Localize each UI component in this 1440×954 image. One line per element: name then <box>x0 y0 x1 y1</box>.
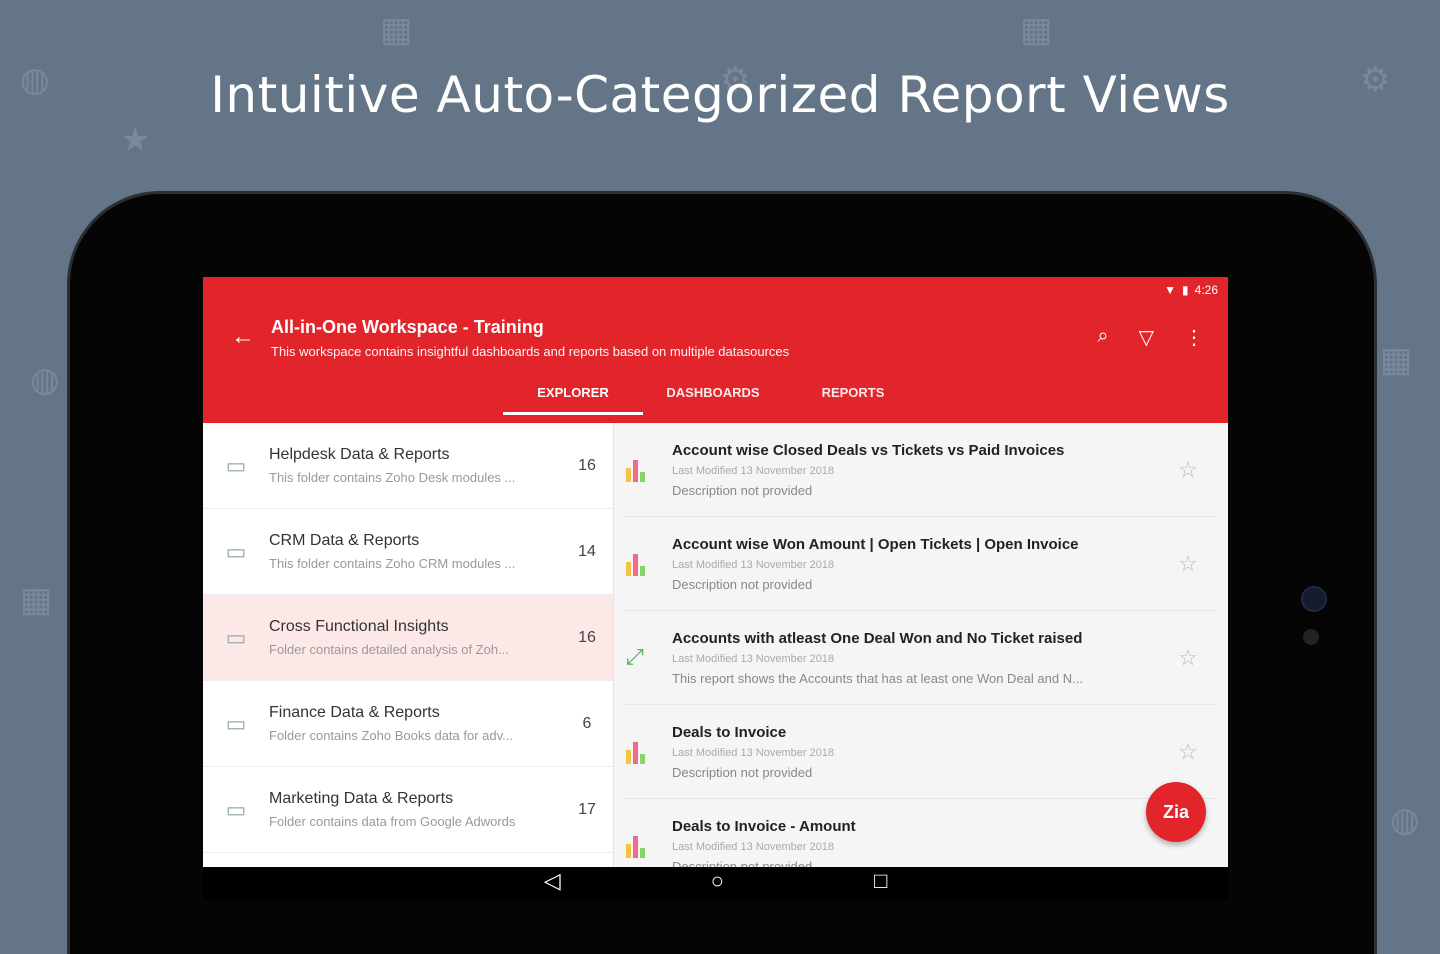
report-item[interactable]: Deals to Invoice Last Modified 13 Novembe… <box>624 705 1218 799</box>
filter-icon[interactable]: ▽ <box>1139 325 1154 350</box>
back-icon[interactable]: ◁ <box>544 868 561 900</box>
more-options-icon[interactable]: ⋮ <box>1184 325 1204 350</box>
folder-description: This folder contains Zoho CRM modules ..… <box>269 556 516 571</box>
app-bar: ▼ ▮ 4:26 ← All-in-One Workspace - Traini… <box>203 277 1228 423</box>
recents-icon[interactable]: □ <box>874 868 887 900</box>
folder-name: Marketing Data & Reports <box>269 790 454 807</box>
star-icon[interactable]: ☆ <box>1158 457 1218 483</box>
report-item[interactable]: Account wise Won Amount | Open Tickets |… <box>624 517 1218 611</box>
folder-description: Folder contains data from Google Adwords <box>269 814 516 829</box>
tab-bar: EXPLORER DASHBOARDS REPORTS <box>503 385 923 415</box>
grid-icon: ▦ <box>1380 341 1413 379</box>
tab-dashboards[interactable]: DASHBOARDS <box>643 385 783 415</box>
chart-icon <box>626 834 660 858</box>
star-icon[interactable]: ☆ <box>1158 551 1218 577</box>
sensor <box>1303 629 1319 645</box>
folder-count: 17 <box>578 800 596 818</box>
folder-item-selected[interactable]: ▭ Cross Functional Insights Folder contai… <box>203 595 613 681</box>
app-screen: ▼ ▮ 4:26 ← All-in-One Workspace - Traini… <box>203 277 1228 867</box>
folder-item[interactable]: ▭ CRM Data & Reports This folder contains… <box>203 509 613 595</box>
folder-icon: ▭ <box>225 538 247 564</box>
content-area: ▭ Helpdesk Data & Reports This folder con… <box>203 423 1228 867</box>
workspace-title: All-in-One Workspace - Training <box>271 317 544 337</box>
report-modified: Last Modified 13 November 2018 <box>672 840 835 853</box>
home-icon[interactable]: ○ <box>711 868 724 900</box>
report-modified: Last Modified 13 November 2018 <box>672 746 835 759</box>
ask-zia-button[interactable]: Zia <box>1146 782 1206 842</box>
search-icon[interactable]: ⌕ <box>1097 325 1108 350</box>
report-title: Account wise Closed Deals vs Tickets vs … <box>672 441 1065 459</box>
folder-count: 6 <box>582 714 592 732</box>
folder-item[interactable]: ▭ Marketing Data & Reports Folder contain… <box>203 767 613 853</box>
folder-icon: ▭ <box>225 796 247 822</box>
battery-icon: ▮ <box>1182 283 1189 297</box>
report-item[interactable]: ⤢ Accounts with atleast One Deal Won and… <box>624 611 1218 705</box>
folder-icon: ▭ <box>225 624 247 650</box>
camera <box>1301 586 1327 612</box>
report-description: This report shows the Accounts that has … <box>672 670 1083 686</box>
headline: Intuitive Auto-Categorized Report Views <box>210 66 1230 124</box>
folder-icon: ▭ <box>225 452 247 478</box>
report-title: Deals to Invoice - Amount <box>672 817 856 835</box>
wifi-icon: ▼ <box>1164 283 1177 297</box>
report-modified: Last Modified 13 November 2018 <box>672 652 835 665</box>
report-item[interactable]: Account wise Closed Deals vs Tickets vs … <box>624 423 1218 517</box>
database-icon: ◍ <box>1390 801 1420 839</box>
report-modified: Last Modified 13 November 2018 <box>672 558 835 571</box>
status-time: 4:26 <box>1194 283 1218 297</box>
folder-name: CRM Data & Reports <box>269 532 420 549</box>
folder-list: ▭ Helpdesk Data & Reports This folder con… <box>203 423 614 867</box>
star-icon: ★ <box>120 121 151 159</box>
folder-name: Cross Functional Insights <box>269 618 449 635</box>
folder-name: Finance Data & Reports <box>269 704 440 721</box>
grid-icon: ▦ <box>380 11 413 49</box>
folder-description: Folder contains detailed analysis of Zoh… <box>269 642 509 657</box>
folder-item[interactable]: ▭ Helpdesk Data & Reports This folder con… <box>203 423 613 509</box>
folder-icon: ▭ <box>225 710 247 736</box>
report-title: Account wise Won Amount | Open Tickets |… <box>672 535 1079 553</box>
folder-count: 16 <box>578 456 596 474</box>
report-title: Accounts with atleast One Deal Won and N… <box>672 629 1083 647</box>
star-icon[interactable]: ☆ <box>1158 645 1218 671</box>
grid-icon: ▦ <box>20 581 53 619</box>
report-title: Deals to Invoice <box>672 723 787 741</box>
workspace-subtitle: This workspace contains insightful dashb… <box>271 344 790 359</box>
tab-explorer[interactable]: EXPLORER <box>503 385 643 415</box>
status-bar: ▼ ▮ 4:26 <box>1164 283 1218 297</box>
report-item[interactable]: Deals to Invoice - Amount Last Modified 1… <box>624 799 1218 867</box>
chart-icon <box>626 740 660 764</box>
toolbar-actions: ⌕ ▽ ⋮ <box>1097 325 1204 350</box>
report-description: Description not provided <box>672 576 813 592</box>
chart-icon <box>626 552 660 576</box>
chart-icon <box>626 458 660 482</box>
folder-description: This folder contains Zoho Desk modules .… <box>269 470 516 485</box>
report-list: Account wise Closed Deals vs Tickets vs … <box>614 423 1228 867</box>
report-modified: Last Modified 13 November 2018 <box>672 464 835 477</box>
folder-count: 16 <box>578 628 596 646</box>
folder-count: 14 <box>578 542 596 560</box>
grid-icon: ▦ <box>1020 11 1053 49</box>
folder-name: Helpdesk Data & Reports <box>269 446 450 463</box>
android-nav-bar: ◁ ○ □ <box>203 868 1228 900</box>
tab-reports[interactable]: REPORTS <box>783 385 923 415</box>
folder-item[interactable]: ▭ Finance Data & Reports Folder contains … <box>203 681 613 767</box>
back-arrow-icon[interactable]: ← <box>231 323 255 351</box>
expand-arrows-icon: ⤢ <box>626 643 644 669</box>
report-description: Description not provided <box>672 482 813 498</box>
database-icon: ◍ <box>30 361 60 399</box>
folder-description: Folder contains Zoho Books data for adv.… <box>269 728 514 743</box>
report-description: Description not provided <box>672 764 813 780</box>
star-icon[interactable]: ☆ <box>1158 739 1218 765</box>
report-description: Description not provided <box>672 858 813 868</box>
